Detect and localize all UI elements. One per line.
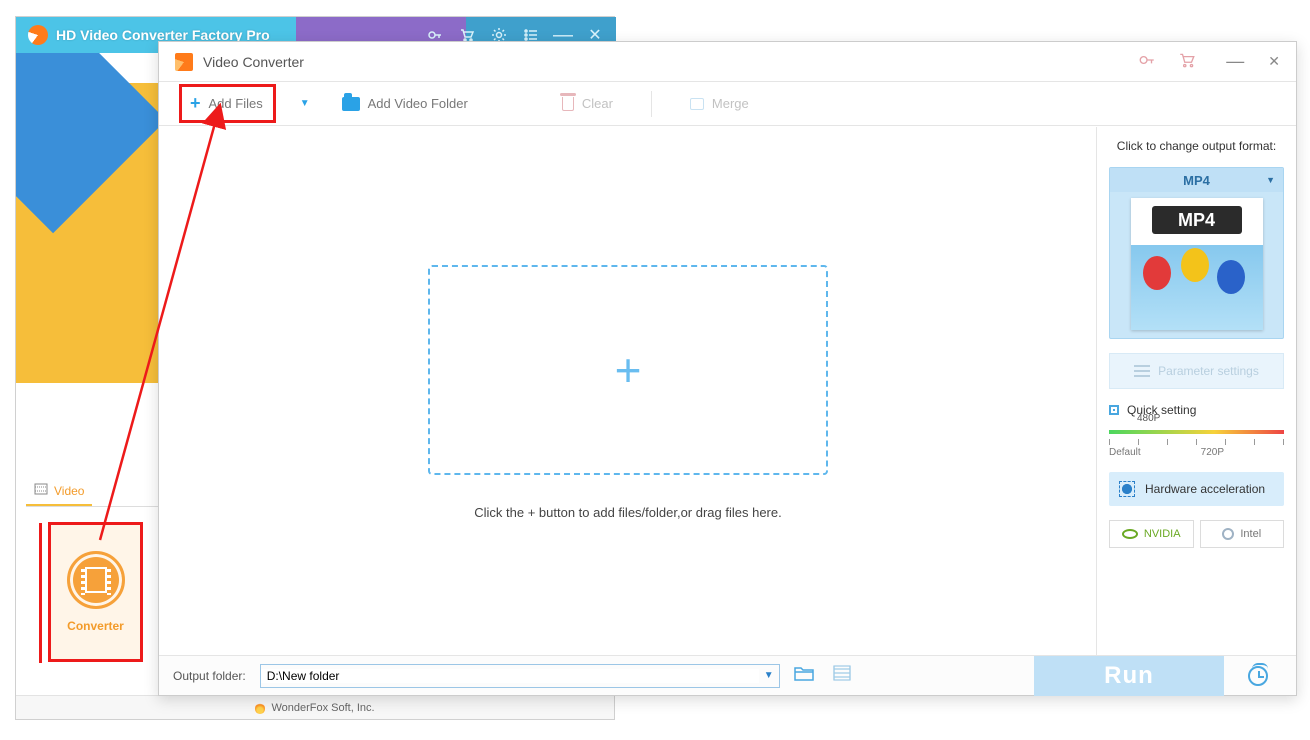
minimize-icon[interactable]: —: [1226, 51, 1244, 72]
sliders-icon: [1134, 365, 1150, 377]
format-thumbnail: MP4: [1131, 198, 1263, 330]
converter-tile[interactable]: Converter: [48, 522, 143, 662]
trash-icon: [562, 97, 574, 111]
film-strip-icon: [34, 483, 48, 498]
add-files-button[interactable]: + Add Files: [179, 84, 276, 123]
output-folder-dropdown-icon[interactable]: ▼: [759, 670, 779, 681]
format-name: MP4: [1183, 173, 1210, 188]
output-folder-input[interactable]: [261, 669, 759, 683]
dropzone-plus-icon: +: [615, 347, 642, 393]
clear-button[interactable]: Clear: [554, 92, 621, 115]
app-logo-icon: [28, 25, 48, 45]
intel-vendor[interactable]: Intel: [1200, 520, 1285, 548]
quick-setting-icon: [1109, 405, 1119, 415]
close-icon[interactable]: ✕: [1268, 53, 1280, 70]
chip-icon: [1119, 481, 1135, 497]
folder-icon: [342, 97, 360, 111]
change-format-label: Click to change output format:: [1109, 139, 1284, 153]
right-panel: Click to change output format: MP4 ▼ MP4…: [1096, 127, 1296, 657]
converter-logo-icon: [175, 53, 193, 71]
merge-label: Merge: [712, 96, 749, 111]
alarm-clock-icon: [1248, 666, 1268, 686]
plus-icon: +: [190, 93, 201, 114]
nvidia-vendor[interactable]: NVIDIA: [1109, 520, 1194, 548]
cart-icon[interactable]: [1178, 51, 1196, 72]
add-folder-label: Add Video Folder: [368, 96, 468, 111]
param-settings-label: Parameter settings: [1158, 364, 1259, 378]
clear-label: Clear: [582, 96, 613, 111]
quality-default-label: Default: [1109, 447, 1141, 458]
dropzone[interactable]: +: [428, 265, 828, 475]
caret-down-icon: ▼: [1266, 175, 1275, 185]
parameter-settings-button[interactable]: Parameter settings: [1109, 353, 1284, 389]
merge-icon: [690, 98, 704, 110]
flame-icon: [255, 702, 265, 714]
open-folder-icon[interactable]: [790, 664, 818, 687]
footer-text: WonderFox Soft, Inc.: [271, 702, 374, 714]
toolbar: + Add Files ▼ Add Video Folder Clear Mer…: [159, 82, 1296, 126]
converter-title: Video Converter: [203, 54, 304, 70]
quality-slider[interactable]: 480P: [1109, 423, 1284, 441]
tab-video-label: Video: [54, 484, 84, 498]
converter-tile-label: Converter: [67, 619, 124, 633]
merge-button[interactable]: Merge: [682, 92, 757, 115]
separator: [651, 91, 652, 117]
output-folder-field[interactable]: ▼: [260, 664, 780, 688]
quality-value-label: 480P: [1137, 413, 1160, 424]
quality-720p-label: 720P: [1201, 447, 1224, 458]
dropzone-hint: Click the + button to add files/folder,o…: [474, 505, 781, 520]
converter-window: Video Converter — ✕ + Add Files ▼ Add Vi…: [158, 41, 1297, 696]
add-files-caret-icon[interactable]: ▼: [300, 98, 310, 109]
output-folder-label: Output folder:: [173, 669, 246, 683]
key-icon[interactable]: [1138, 51, 1156, 72]
hardware-acceleration-button[interactable]: Hardware acceleration: [1109, 472, 1284, 506]
converter-tile-icon: [67, 551, 125, 609]
content-area: + Click the + button to add files/folder…: [159, 127, 1097, 657]
nvidia-icon: [1122, 529, 1138, 539]
film-icon[interactable]: [828, 664, 856, 687]
intel-icon: [1222, 528, 1234, 540]
hw-accel-label: Hardware acceleration: [1145, 482, 1265, 496]
intel-label: Intel: [1240, 528, 1261, 540]
output-format-card[interactable]: MP4 ▼ MP4: [1109, 167, 1284, 339]
converter-titlebar[interactable]: Video Converter — ✕: [159, 42, 1296, 82]
run-button[interactable]: Run: [1034, 656, 1224, 696]
tab-video[interactable]: Video: [26, 477, 92, 506]
schedule-button[interactable]: [1234, 656, 1282, 696]
bottom-bar: Output folder: ▼ Run: [159, 655, 1296, 695]
main-footer: WonderFox Soft, Inc.: [16, 695, 614, 719]
format-thumb-label: MP4: [1152, 206, 1242, 234]
add-video-folder-button[interactable]: Add Video Folder: [334, 92, 476, 115]
run-label: Run: [1104, 662, 1154, 690]
add-files-label: Add Files: [209, 96, 263, 111]
nvidia-label: NVIDIA: [1144, 528, 1181, 540]
